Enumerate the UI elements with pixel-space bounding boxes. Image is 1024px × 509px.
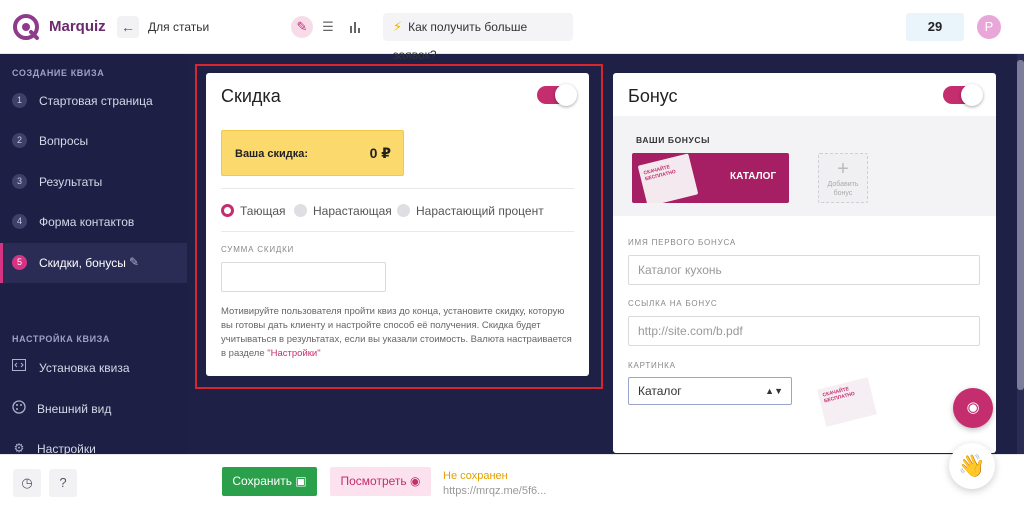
waving-hand-icon[interactable]: 👋: [949, 443, 995, 489]
save-status: Не сохранен: [443, 470, 508, 482]
bonus-list: ВАШИ БОНУСЫ СКАЧАЙТЕ БЕСПЛАТНО КАТАЛОГ +…: [613, 116, 996, 216]
sidebar: СОЗДАНИЕ КВИЗА 1 Стартовая страница 2 Во…: [0, 54, 187, 456]
radio-dot: [294, 204, 307, 217]
select-arrows-icon: ▲▼: [765, 386, 783, 396]
sidebar-item-questions[interactable]: 2 Вопросы: [0, 121, 187, 161]
radio-dot: [397, 204, 410, 217]
pencil-icon[interactable]: ✎: [129, 255, 139, 269]
sidebar-item-label: Установка квиза: [39, 361, 130, 375]
top-bar: Marquiz ← Для статьи ✎ ☰ ⚡ Как получить б…: [0, 0, 1024, 62]
bonus-image-thumbnail: СКАЧАЙТЕ БЕСПЛАТНО: [817, 377, 877, 427]
bonus-name-label: ИМЯ ПЕРВОГО БОНУСА: [628, 238, 737, 247]
discount-preview-value: 0 ₽: [369, 145, 391, 161]
sidebar-item-label: Форма контактов: [39, 215, 135, 229]
discount-preview: Ваша скидка: 0 ₽: [221, 130, 404, 176]
code-icon: [11, 359, 27, 375]
sidebar-section-create: СОЗДАНИЕ КВИЗА: [12, 68, 105, 78]
toggle-knob: [961, 84, 983, 106]
sidebar-item-results[interactable]: 3 Результаты: [0, 162, 187, 202]
add-bonus-button[interactable]: + Добавить бонус: [818, 153, 868, 203]
discount-description: Мотивируйте пользователя пройти квиз до …: [221, 306, 572, 359]
step-number: 1: [12, 93, 27, 108]
floppy-icon: ▣: [295, 474, 307, 488]
list-icon[interactable]: ☰: [317, 16, 339, 38]
marquiz-logo-icon[interactable]: [12, 13, 40, 41]
sidebar-item-label: Внешний вид: [37, 402, 112, 416]
back-arrow-icon[interactable]: ←: [117, 16, 139, 38]
step-number: 2: [12, 133, 27, 148]
history-icon[interactable]: ◷: [13, 469, 41, 497]
step-number: 4: [12, 214, 27, 229]
sidebar-item-contact-form[interactable]: 4 Форма контактов: [0, 202, 187, 242]
eye-icon: ◉: [410, 474, 421, 488]
catalog-book-image: СКАЧАЙТЕ БЕСПЛАТНО: [637, 153, 699, 203]
plus-icon: +: [837, 158, 849, 180]
windows-watermark-text: Чтобы активировать Windows, перейдите в …: [745, 455, 967, 482]
sidebar-item-label: Вопросы: [39, 134, 89, 148]
discount-preview-label: Ваша скидка:: [235, 148, 309, 160]
bonus-image-label: КАРТИНКА: [628, 361, 676, 370]
bonus-name-input[interactable]: Каталог кухонь: [628, 255, 980, 285]
discount-card: Скидка Ваша скидка: 0 ₽ Тающая Нарастающ…: [206, 73, 589, 376]
sidebar-section-settings: НАСТРОЙКА КВИЗА: [12, 334, 110, 344]
bonus-tile-catalog[interactable]: СКАЧАЙТЕ БЕСПЛАТНО КАТАЛОГ: [632, 153, 789, 203]
divider: [221, 188, 574, 189]
bonus-card: Бонус ВАШИ БОНУСЫ СКАЧАЙТЕ БЕСПЛАТНО КАТ…: [613, 73, 996, 453]
discount-toggle[interactable]: [537, 84, 577, 106]
sidebar-item-label: Скидки, бонусы: [39, 256, 126, 270]
palette-icon: [11, 400, 27, 416]
toggle-knob: [555, 84, 577, 106]
bonus-toggle[interactable]: [943, 84, 983, 106]
sidebar-item-appearance[interactable]: Внешний вид: [0, 389, 187, 429]
radio-dot: [221, 204, 234, 217]
settings-link[interactable]: "Настройки": [267, 348, 320, 359]
windows-watermark-title: Активация Windows: [745, 433, 884, 450]
bonus-title: Бонус: [628, 86, 678, 106]
sidebar-item-start-page[interactable]: 1 Стартовая страница: [0, 81, 187, 121]
discount-amount-label: СУММА СКИДКИ: [221, 245, 295, 254]
bonus-tile-label: КАТАЛОГ: [730, 171, 777, 182]
bonus-link-label: ССЫЛКА НА БОНУС: [628, 299, 718, 308]
bonus-image-select[interactable]: Каталог ▲▼: [628, 377, 792, 405]
lightning-icon: ⚡: [393, 19, 403, 34]
scrollbar-thumb[interactable]: [1017, 60, 1024, 390]
step-number: 3: [12, 174, 27, 189]
bar-chart-icon[interactable]: [344, 16, 366, 38]
discount-title: Скидка: [221, 86, 281, 106]
tip-button[interactable]: ⚡ Как получить больше заявок?: [383, 13, 573, 62]
bonus-link-input[interactable]: http://site.com/b.pdf: [628, 316, 980, 346]
quiz-name: Для статьи: [148, 20, 210, 34]
edit-pencil-icon[interactable]: ✎: [291, 16, 313, 38]
sidebar-item-install[interactable]: Установка квиза: [0, 348, 187, 388]
sidebar-item-label: Результаты: [39, 175, 103, 189]
divider: [221, 231, 574, 232]
lead-counter[interactable]: 29: [906, 13, 964, 41]
save-button[interactable]: Сохранить ▣: [222, 467, 317, 496]
preview-button[interactable]: Посмотреть ◉: [330, 467, 431, 496]
step-number: 5: [12, 255, 27, 270]
avatar[interactable]: P: [977, 15, 1001, 39]
discount-amount-input[interactable]: [221, 262, 386, 292]
floating-preview-eye-icon[interactable]: ◉: [953, 388, 993, 428]
quiz-url[interactable]: https://mrqz.me/5f6...: [443, 485, 546, 497]
sidebar-item-label: Стартовая страница: [39, 94, 153, 108]
brand-name[interactable]: Marquiz: [49, 18, 106, 35]
your-bonuses-heading: ВАШИ БОНУСЫ: [636, 135, 711, 145]
sidebar-item-discounts-bonuses[interactable]: 5 Скидки, бонусы ✎: [0, 243, 187, 283]
help-icon[interactable]: ?: [49, 469, 77, 497]
